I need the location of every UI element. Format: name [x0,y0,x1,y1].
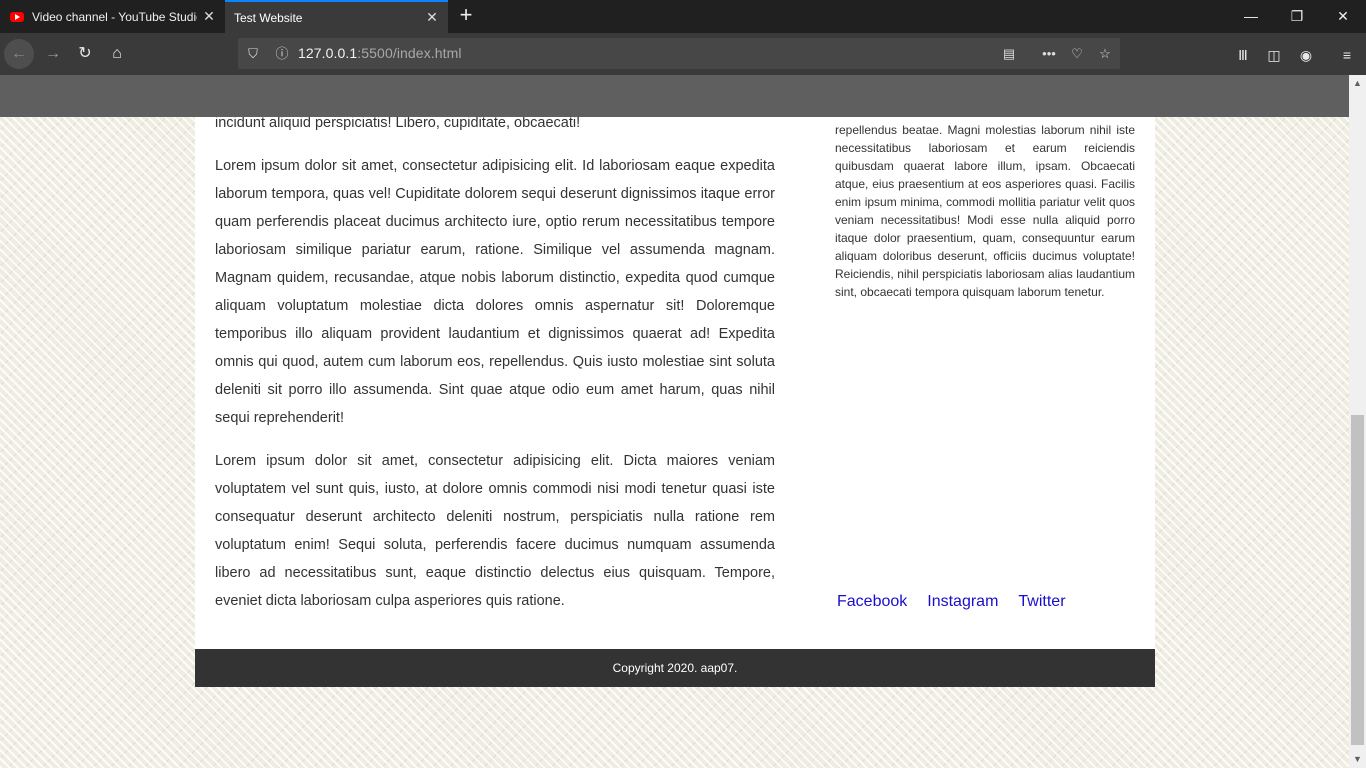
minimize-icon[interactable]: — [1228,0,1274,33]
forward-icon[interactable]: → [38,39,68,69]
shield-icon[interactable]: ⛉ [243,44,263,64]
site-footer: Copyright 2020. aap07. [195,649,1155,687]
social-links: Facebook Instagram Twitter [837,593,1086,611]
new-tab-icon[interactable]: + [455,4,477,28]
paragraph-2: Lorem ipsum dolor sit amet, consectetur … [215,453,775,609]
url-path: :5500/index.html [357,45,462,61]
youtube-icon [10,11,24,22]
scroll-down-icon[interactable]: ▼ [1349,751,1366,768]
tab-test-website[interactable]: Test Website ✕ [225,0,448,33]
content-container: incidunt aliquid perspiciatis! Libero, c… [195,75,1155,649]
twitter-link[interactable]: Twitter [1018,593,1065,611]
instagram-link[interactable]: Instagram [927,593,998,611]
home-icon[interactable]: ⌂ [102,39,132,69]
site-header-bar [0,75,1349,117]
scrollbar-thumb[interactable] [1351,415,1364,745]
library-icon[interactable]: Ⅲ [1233,46,1253,64]
reader-view-icon[interactable]: ▤ [999,44,1019,64]
url-host: 127.0.0.1 [298,45,358,61]
navigation-toolbar: ← → ↻ ⌂ ⛉ ⓘ 127.0.0.1:5500/index.html ▤ … [0,33,1366,75]
menu-icon[interactable]: ≡ [1337,46,1357,64]
scroll-up-icon[interactable]: ▲ [1349,75,1366,92]
tab-strip: Video channel - YouTube Studio ✕ Test We… [0,0,1366,33]
close-window-icon[interactable]: ✕ [1320,0,1366,33]
tab-title: Test Website [234,10,303,25]
address-bar[interactable]: ⛉ ⓘ 127.0.0.1:5500/index.html ▤ ••• ♡ ☆ [238,38,1120,69]
bookmark-star-icon[interactable]: ☆ [1095,44,1115,64]
tab-title: Video channel - YouTube Studio [32,9,197,24]
reload-icon[interactable]: ↻ [70,39,100,69]
page-actions-icon[interactable]: ••• [1039,44,1059,64]
sidebar-icon[interactable]: ◫ [1264,46,1284,64]
copyright-text: Copyright 2020. aap07. [612,661,738,675]
sidebar-text: repellendus beatae. Magni molestias labo… [835,123,1135,299]
back-icon[interactable]: ← [4,39,34,69]
close-tab-icon[interactable]: ✕ [197,8,221,25]
vertical-scrollbar[interactable]: ▲ ▼ [1349,75,1366,768]
tab-youtube-studio[interactable]: Video channel - YouTube Studio ✕ [0,0,225,33]
close-tab-icon[interactable]: ✕ [420,9,444,26]
facebook-link[interactable]: Facebook [837,593,907,611]
site-info-icon[interactable]: ⓘ [272,44,292,64]
page-viewport: incidunt aliquid perspiciatis! Libero, c… [0,75,1349,768]
url-text[interactable]: 127.0.0.1:5500/index.html [298,45,462,61]
account-icon[interactable]: ◉ [1296,46,1316,64]
restore-icon[interactable]: ❐ [1274,0,1320,33]
pocket-icon[interactable]: ♡ [1067,44,1087,64]
paragraph-1: Lorem ipsum dolor sit amet, consectetur … [215,158,775,426]
